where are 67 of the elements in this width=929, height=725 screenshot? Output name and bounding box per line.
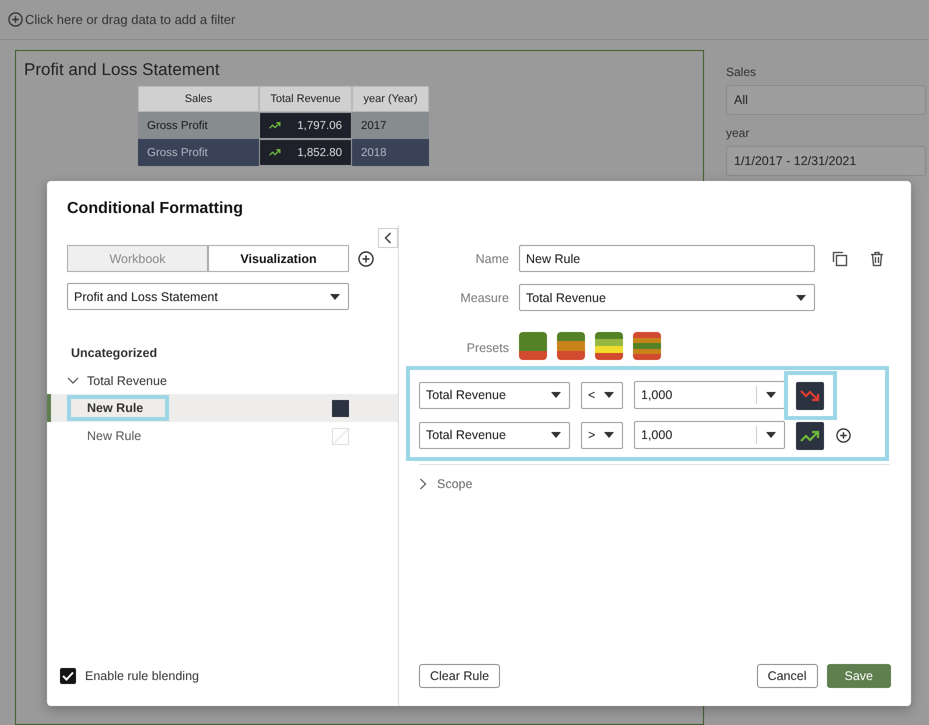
table-cell: Gross Profit <box>138 139 259 166</box>
filter-label: year <box>726 126 750 140</box>
table-cell: 2017 <box>352 112 429 139</box>
table-cell: 2018 <box>352 139 429 166</box>
chevron-icon <box>419 478 427 490</box>
trend-down-icon <box>800 388 820 402</box>
value-combobox[interactable]: 1,000 <box>634 421 785 449</box>
dropdown-caret-icon <box>330 294 340 300</box>
chevron-left-icon <box>384 232 392 244</box>
trend-up-icon <box>269 148 281 157</box>
duplicate-icon[interactable] <box>832 250 848 266</box>
filter-field[interactable]: 1/1/2017 - 12/31/2021 <box>726 146 926 176</box>
column-header: Total Revenue <box>259 86 352 112</box>
measure-label: Measure <box>459 290 509 304</box>
category-label: Uncategorized <box>71 346 158 360</box>
column-header: Sales <box>138 86 259 112</box>
chevron-icon <box>67 377 79 385</box>
cell-value: 1,797.06 <box>297 120 342 132</box>
rule-group[interactable]: Total Revenue <box>67 374 167 388</box>
preset-swatch[interactable] <box>633 332 661 360</box>
value-combobox[interactable]: 1,000 <box>634 381 785 409</box>
collapse-button[interactable] <box>378 228 398 248</box>
name-field[interactable]: New Rule <box>519 245 815 272</box>
rule-name: New Rule <box>67 395 170 421</box>
dropdown-caret-icon <box>551 432 561 438</box>
add-icon[interactable] <box>836 428 851 442</box>
rule-name: New Rule <box>86 428 142 445</box>
blending-checkbox[interactable] <box>60 668 76 684</box>
preset-swatch[interactable] <box>557 332 585 360</box>
rule-item[interactable]: New Rule <box>47 422 398 450</box>
dropdown-caret-icon <box>766 392 776 398</box>
clear-rule-button[interactable]: Clear Rule <box>419 664 500 688</box>
cancel-button[interactable]: Cancel <box>756 664 818 688</box>
presets-label: Presets <box>466 341 509 355</box>
add-icon[interactable] <box>358 250 374 266</box>
table-cell: Gross Profit <box>138 112 259 139</box>
filter-field[interactable]: All <box>726 85 926 115</box>
operator-select[interactable]: > <box>581 422 623 448</box>
name-label: Name <box>474 252 509 266</box>
cell-value: 1,852.80 <box>297 146 342 158</box>
trend-up-icon <box>800 428 820 442</box>
dropdown-caret-icon <box>604 392 614 398</box>
scope-toggle[interactable]: Scope <box>419 477 472 491</box>
dropdown-caret-icon <box>766 432 776 438</box>
format-button[interactable] <box>796 422 824 450</box>
preset-swatch[interactable] <box>595 332 623 360</box>
dropdown-caret-icon <box>604 432 614 438</box>
format-button[interactable] <box>796 382 824 410</box>
visualization-select[interactable]: Profit and Loss Statement <box>67 283 349 310</box>
dialog-title: Conditional Formatting <box>66 199 244 219</box>
blending-label: Enable rule blending <box>85 669 199 683</box>
save-button[interactable]: Save <box>826 664 891 688</box>
rule-measure-select[interactable]: Total Revenue <box>419 382 570 408</box>
visualization-title: Profit and Loss Statement <box>24 60 221 80</box>
measure-select[interactable]: Total Revenue <box>519 284 815 311</box>
rule-item[interactable]: New Rule <box>47 394 398 422</box>
scope-tab[interactable]: Visualization <box>208 245 349 272</box>
operator-select[interactable]: < <box>581 382 623 408</box>
filter-label: Sales <box>726 65 758 79</box>
add-filter-link[interactable]: Click here or drag data to add a filter <box>25 12 236 27</box>
dropdown-caret-icon <box>551 392 561 398</box>
trend-up-icon <box>269 121 281 130</box>
rule-measure-select[interactable]: Total Revenue <box>419 422 570 448</box>
column-header: year (Year) <box>352 86 429 112</box>
delete-icon[interactable] <box>870 250 884 266</box>
dropdown-caret-icon <box>796 294 806 300</box>
preset-swatch[interactable] <box>519 332 547 360</box>
